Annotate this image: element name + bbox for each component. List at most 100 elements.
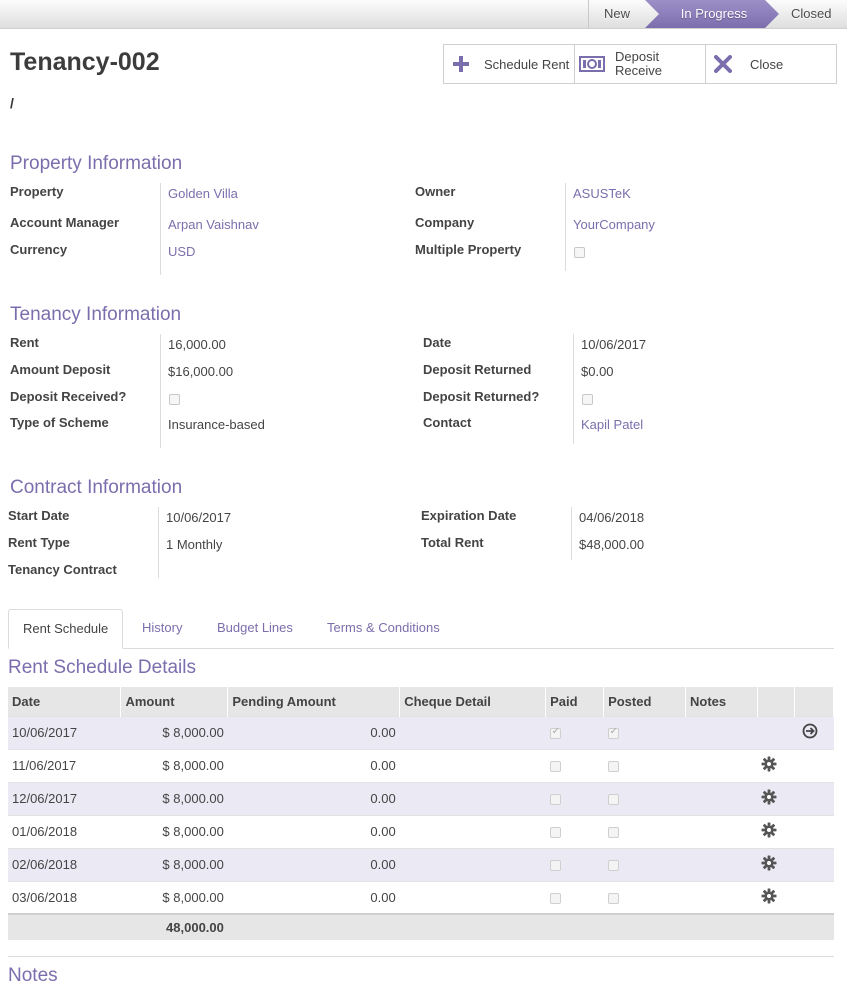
row-action xyxy=(757,880,795,914)
tenancy-section-heading: Tenancy Information xyxy=(10,304,182,325)
gear-icon[interactable] xyxy=(761,888,777,907)
status-separator xyxy=(588,0,589,28)
row-pending-amount: 0.00 xyxy=(227,880,400,914)
row-pending-amount: 0.00 xyxy=(227,748,400,782)
row-notes xyxy=(685,847,758,881)
posted-checkbox[interactable] xyxy=(607,892,619,904)
owner-value[interactable]: ASUSTeK xyxy=(573,186,631,201)
paid-checkbox[interactable] xyxy=(549,892,561,904)
stage-in-progress[interactable]: In Progress xyxy=(645,0,779,28)
tab-history[interactable]: History xyxy=(142,609,182,649)
table-row[interactable]: 10/06/2017 $ 8,000.00 0.00 xyxy=(8,715,834,749)
row-extra xyxy=(794,814,834,848)
divider xyxy=(571,507,572,560)
title-subline: / xyxy=(10,95,14,111)
deposit-receive-button[interactable]: Deposit Receive xyxy=(575,45,706,83)
tab-rent-schedule[interactable]: Rent Schedule xyxy=(8,609,124,649)
table-header-row: Date Amount Pending Amount Cheque Detail… xyxy=(8,687,835,716)
table-row[interactable]: 03/06/2018 $ 8,000.00 0.00 xyxy=(8,880,834,914)
row-posted xyxy=(603,814,686,848)
tab-terms-conditions[interactable]: Terms & Conditions xyxy=(327,609,440,649)
deposit-received-checkbox[interactable] xyxy=(169,394,180,405)
paid-checkbox[interactable] xyxy=(549,827,561,839)
col-paid[interactable]: Paid xyxy=(545,687,605,716)
row-date: 10/06/2017 xyxy=(8,715,121,749)
amount-deposit-label: Amount Deposit xyxy=(10,362,111,377)
table-row[interactable]: 12/06/2017 $ 8,000.00 0.00 xyxy=(8,781,834,815)
posted-checkbox[interactable] xyxy=(607,860,619,872)
table-row[interactable]: 01/06/2018 $ 8,000.00 0.00 xyxy=(8,814,834,848)
stage-closed[interactable]: Closed xyxy=(791,0,831,28)
schedule-rent-button[interactable]: Schedule Rent xyxy=(444,45,575,83)
row-amount: $ 8,000.00 xyxy=(120,781,228,815)
row-amount: $ 8,000.00 xyxy=(120,880,228,914)
posted-checkbox[interactable] xyxy=(607,827,619,839)
total-amount: 48,000.00 xyxy=(120,913,228,940)
gear-icon[interactable] xyxy=(761,756,777,775)
row-pending-amount: 0.00 xyxy=(227,781,400,815)
stage-new[interactable]: New xyxy=(604,0,630,28)
gear-icon[interactable] xyxy=(761,822,777,841)
row-posted xyxy=(603,880,686,914)
close-icon xyxy=(706,55,740,73)
divider xyxy=(565,183,566,271)
row-extra xyxy=(794,847,834,881)
col-cheque-detail[interactable]: Cheque Detail xyxy=(399,687,547,716)
divider xyxy=(8,956,834,957)
row-cheque-detail xyxy=(399,781,546,815)
col-pending-amount[interactable]: Pending Amount xyxy=(227,687,401,716)
row-date: 02/06/2018 xyxy=(8,847,121,881)
rent-schedule-heading: Rent Schedule Details xyxy=(8,657,196,678)
start-date-value: 10/06/2017 xyxy=(166,510,232,525)
type-of-scheme-label: Type of Scheme xyxy=(10,415,109,430)
notes-heading: Notes xyxy=(8,965,58,986)
table-row[interactable]: 02/06/2018 $ 8,000.00 0.00 xyxy=(8,847,834,881)
row-cheque-detail xyxy=(399,814,546,848)
multiple-property-checkbox[interactable] xyxy=(574,247,585,258)
row-notes xyxy=(685,781,758,815)
row-action xyxy=(757,847,795,881)
posted-checkbox[interactable] xyxy=(607,761,619,773)
table-row[interactable]: 11/06/2017 $ 8,000.00 0.00 xyxy=(8,748,834,782)
gear-icon[interactable] xyxy=(761,855,777,874)
tab-budget-lines[interactable]: Budget Lines xyxy=(217,609,293,649)
total-spacer xyxy=(8,913,121,940)
contact-value[interactable]: Kapil Patel xyxy=(581,417,643,432)
col-extra xyxy=(794,687,835,716)
posted-checkbox[interactable] xyxy=(607,794,619,806)
col-date[interactable]: Date xyxy=(8,687,122,716)
col-posted[interactable]: Posted xyxy=(603,687,687,716)
posted-checkbox[interactable] xyxy=(607,726,619,740)
paid-checkbox[interactable] xyxy=(549,761,561,773)
property-value[interactable]: Golden Villa xyxy=(168,186,238,201)
date-label: Date xyxy=(423,335,452,350)
page-title: Tenancy-002 xyxy=(10,48,160,76)
expiration-date-value: 04/06/2018 xyxy=(579,510,645,525)
deposit-returned-label: Deposit Returned xyxy=(423,362,532,377)
col-action xyxy=(757,687,795,716)
row-date: 12/06/2017 xyxy=(8,781,121,815)
col-amount[interactable]: Amount xyxy=(120,687,229,716)
close-button[interactable]: Close xyxy=(706,45,836,83)
currency-value[interactable]: USD xyxy=(168,244,195,259)
col-notes[interactable]: Notes xyxy=(685,687,758,716)
row-paid xyxy=(545,748,604,782)
row-cheque-detail xyxy=(399,715,546,749)
row-action xyxy=(757,715,795,749)
paid-checkbox[interactable] xyxy=(549,794,561,806)
deposit-returned-checkbox[interactable] xyxy=(582,394,593,405)
rent-schedule-table: Date Amount Pending Amount Cheque Detail… xyxy=(8,687,835,940)
paid-checkbox[interactable] xyxy=(549,860,561,872)
row-cheque-detail xyxy=(399,847,546,881)
row-date: 11/06/2017 xyxy=(8,748,121,782)
gear-icon[interactable] xyxy=(761,789,777,808)
account-manager-value[interactable]: Arpan Vaishnav xyxy=(168,217,259,232)
arrow-circle-icon[interactable] xyxy=(802,723,818,742)
table-total-row: 48,000.00 xyxy=(8,913,834,940)
type-of-scheme-value: Insurance-based xyxy=(168,417,265,432)
multiple-property-label: Multiple Property xyxy=(415,242,522,257)
company-value[interactable]: YourCompany xyxy=(573,217,655,232)
row-posted xyxy=(603,847,686,881)
row-amount: $ 8,000.00 xyxy=(120,715,228,749)
paid-checkbox[interactable] xyxy=(549,726,561,740)
